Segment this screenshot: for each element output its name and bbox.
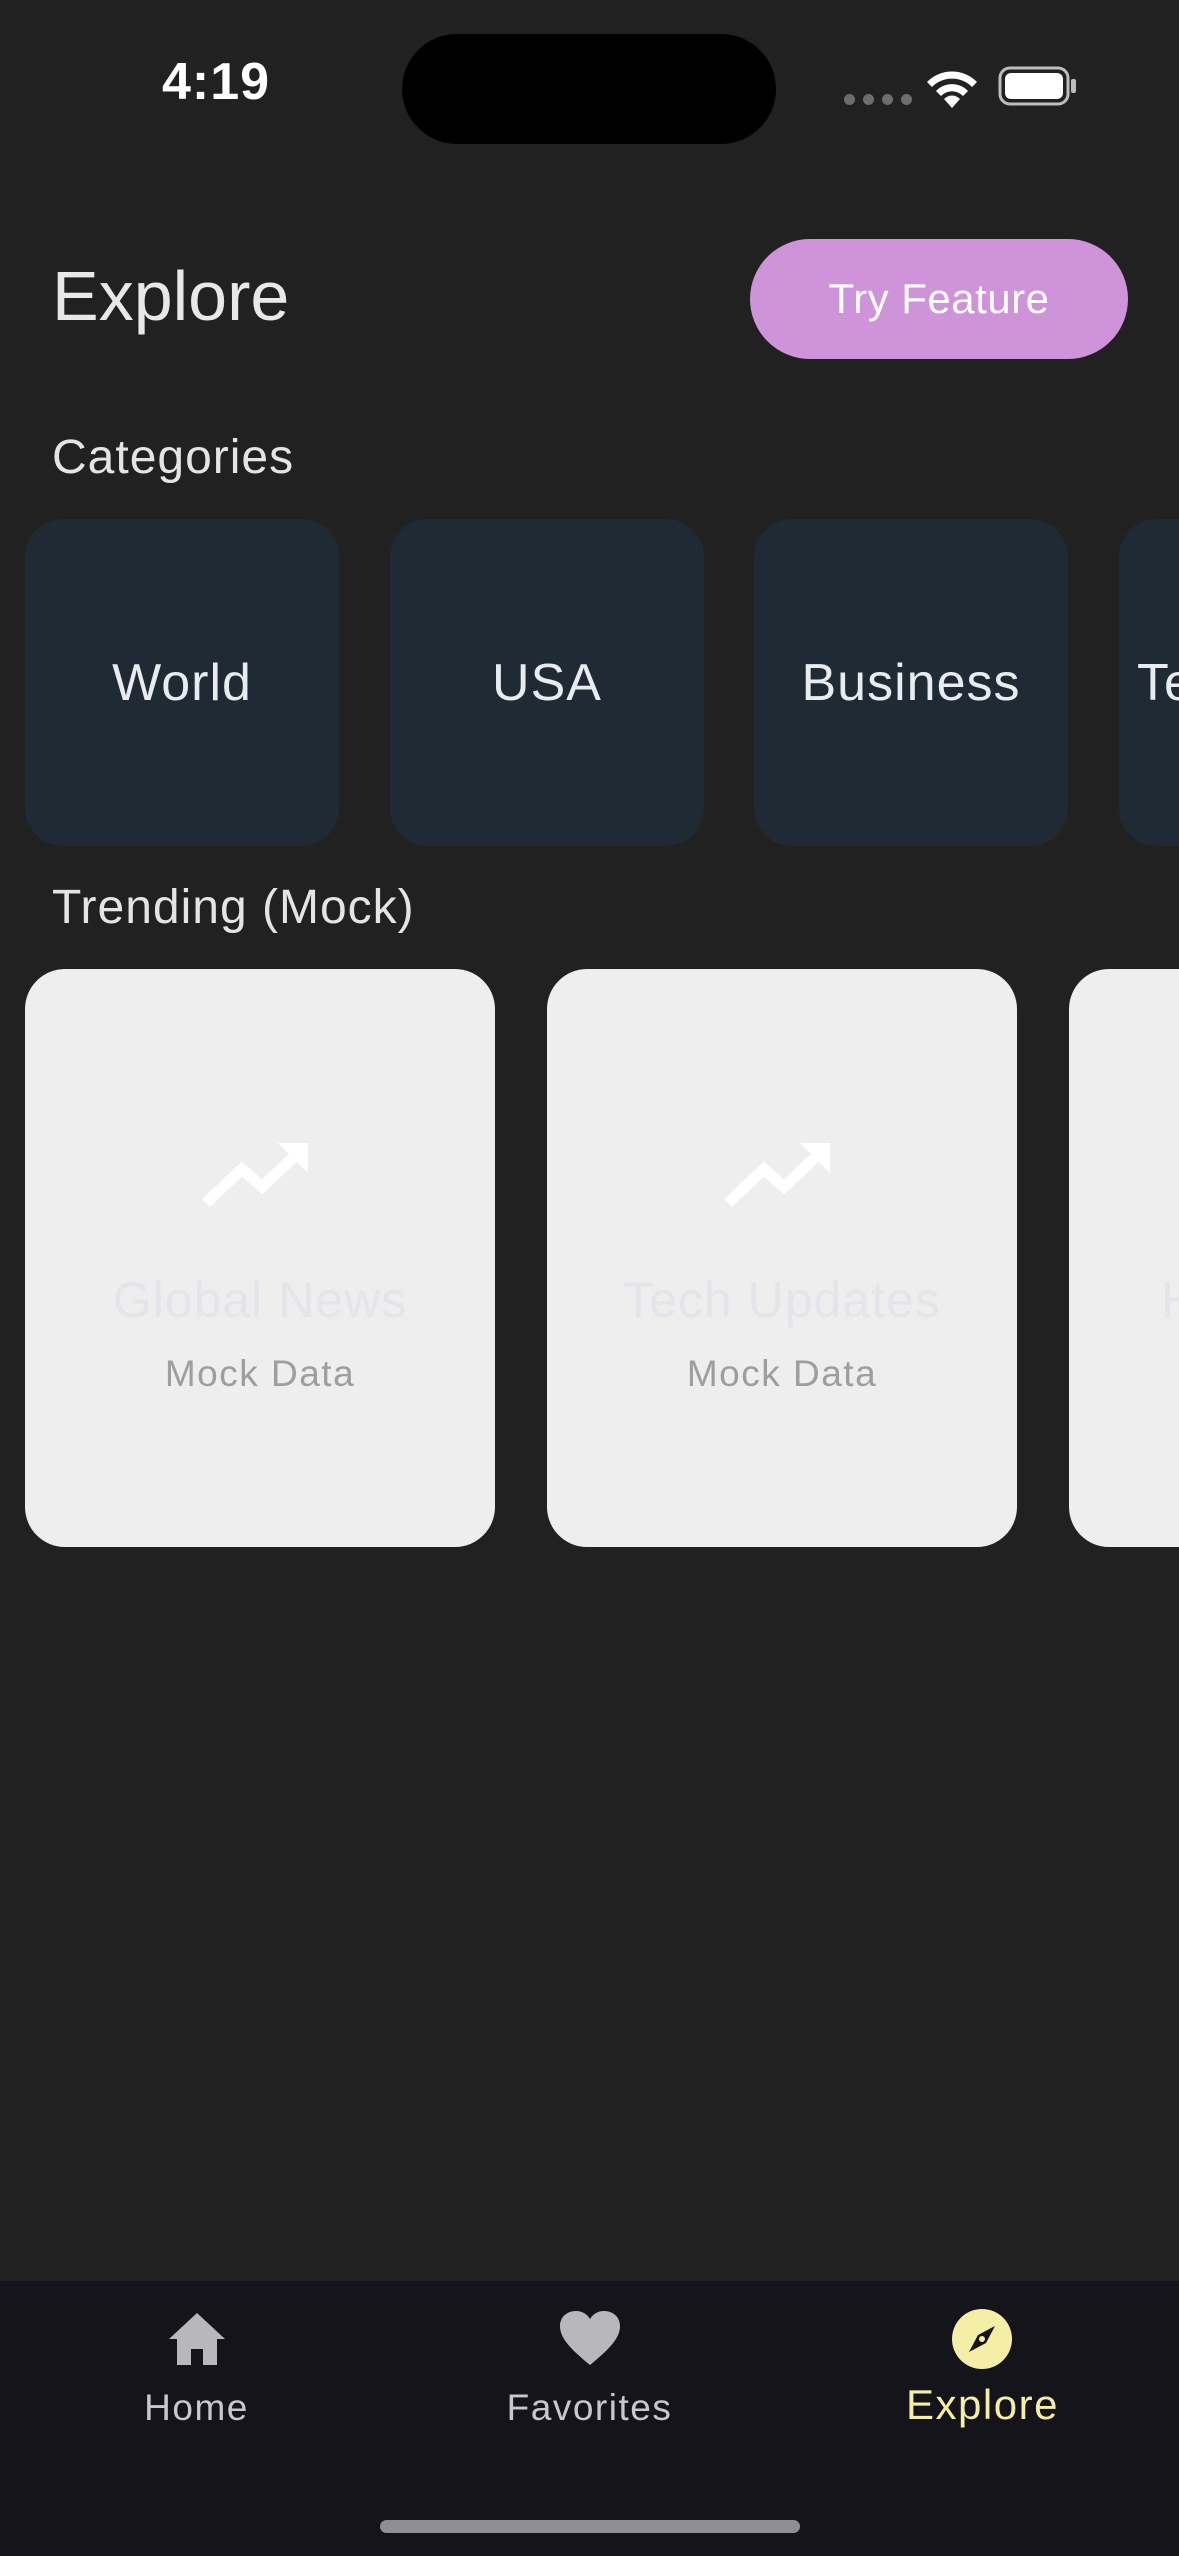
nav-item-favorites[interactable]: Favorites	[393, 2281, 786, 2481]
categories-heading: Categories	[52, 431, 295, 484]
category-label: World	[112, 653, 252, 712]
trending-card-tech-updates[interactable]: Tech Updates Mock Data	[547, 969, 1017, 1547]
category-label: USA	[492, 653, 602, 712]
trending-title: Global News	[112, 1272, 408, 1328]
trending-card-global-news[interactable]: Global News Mock Data	[25, 969, 495, 1547]
trending-card-partial[interactable]: H	[1069, 969, 1179, 1547]
compass-icon	[952, 2309, 1012, 2369]
cellular-signal-icon	[844, 94, 912, 105]
battery-icon	[998, 66, 1076, 106]
try-feature-button[interactable]: Try Feature	[750, 239, 1128, 359]
trending-subtitle: Mock Data	[686, 1353, 878, 1394]
home-indicator[interactable]	[380, 2520, 800, 2533]
nav-item-home[interactable]: Home	[0, 2281, 393, 2481]
dynamic-island	[402, 34, 776, 144]
nav-label-favorites: Favorites	[506, 2387, 673, 2428]
category-card-business[interactable]: Business	[754, 519, 1068, 846]
trending-heading: Trending (Mock)	[52, 881, 415, 934]
trending-up-icon	[202, 1143, 308, 1207]
trending-title: H	[1161, 1271, 1179, 1329]
category-card-partial[interactable]: Te	[1119, 519, 1179, 846]
nav-item-explore[interactable]: Explore	[786, 2281, 1179, 2481]
wifi-icon	[927, 71, 977, 108]
home-icon	[169, 2313, 225, 2365]
trending-title: Tech Updates	[623, 1272, 941, 1328]
trending-subtitle: Mock Data	[164, 1353, 356, 1394]
page-title: Explore	[52, 257, 290, 335]
trending-up-icon	[724, 1143, 830, 1207]
category-label: Te	[1137, 653, 1179, 712]
category-label: Business	[801, 653, 1021, 712]
status-time: 4:19	[162, 53, 271, 111]
nav-label-home: Home	[144, 2387, 249, 2428]
category-card-usa[interactable]: USA	[390, 519, 704, 846]
category-card-world[interactable]: World	[25, 519, 339, 846]
bottom-navigation-bar: Home Favorites Explore	[0, 2281, 1179, 2556]
nav-label-explore: Explore	[906, 2381, 1059, 2428]
heart-icon	[560, 2311, 620, 2365]
